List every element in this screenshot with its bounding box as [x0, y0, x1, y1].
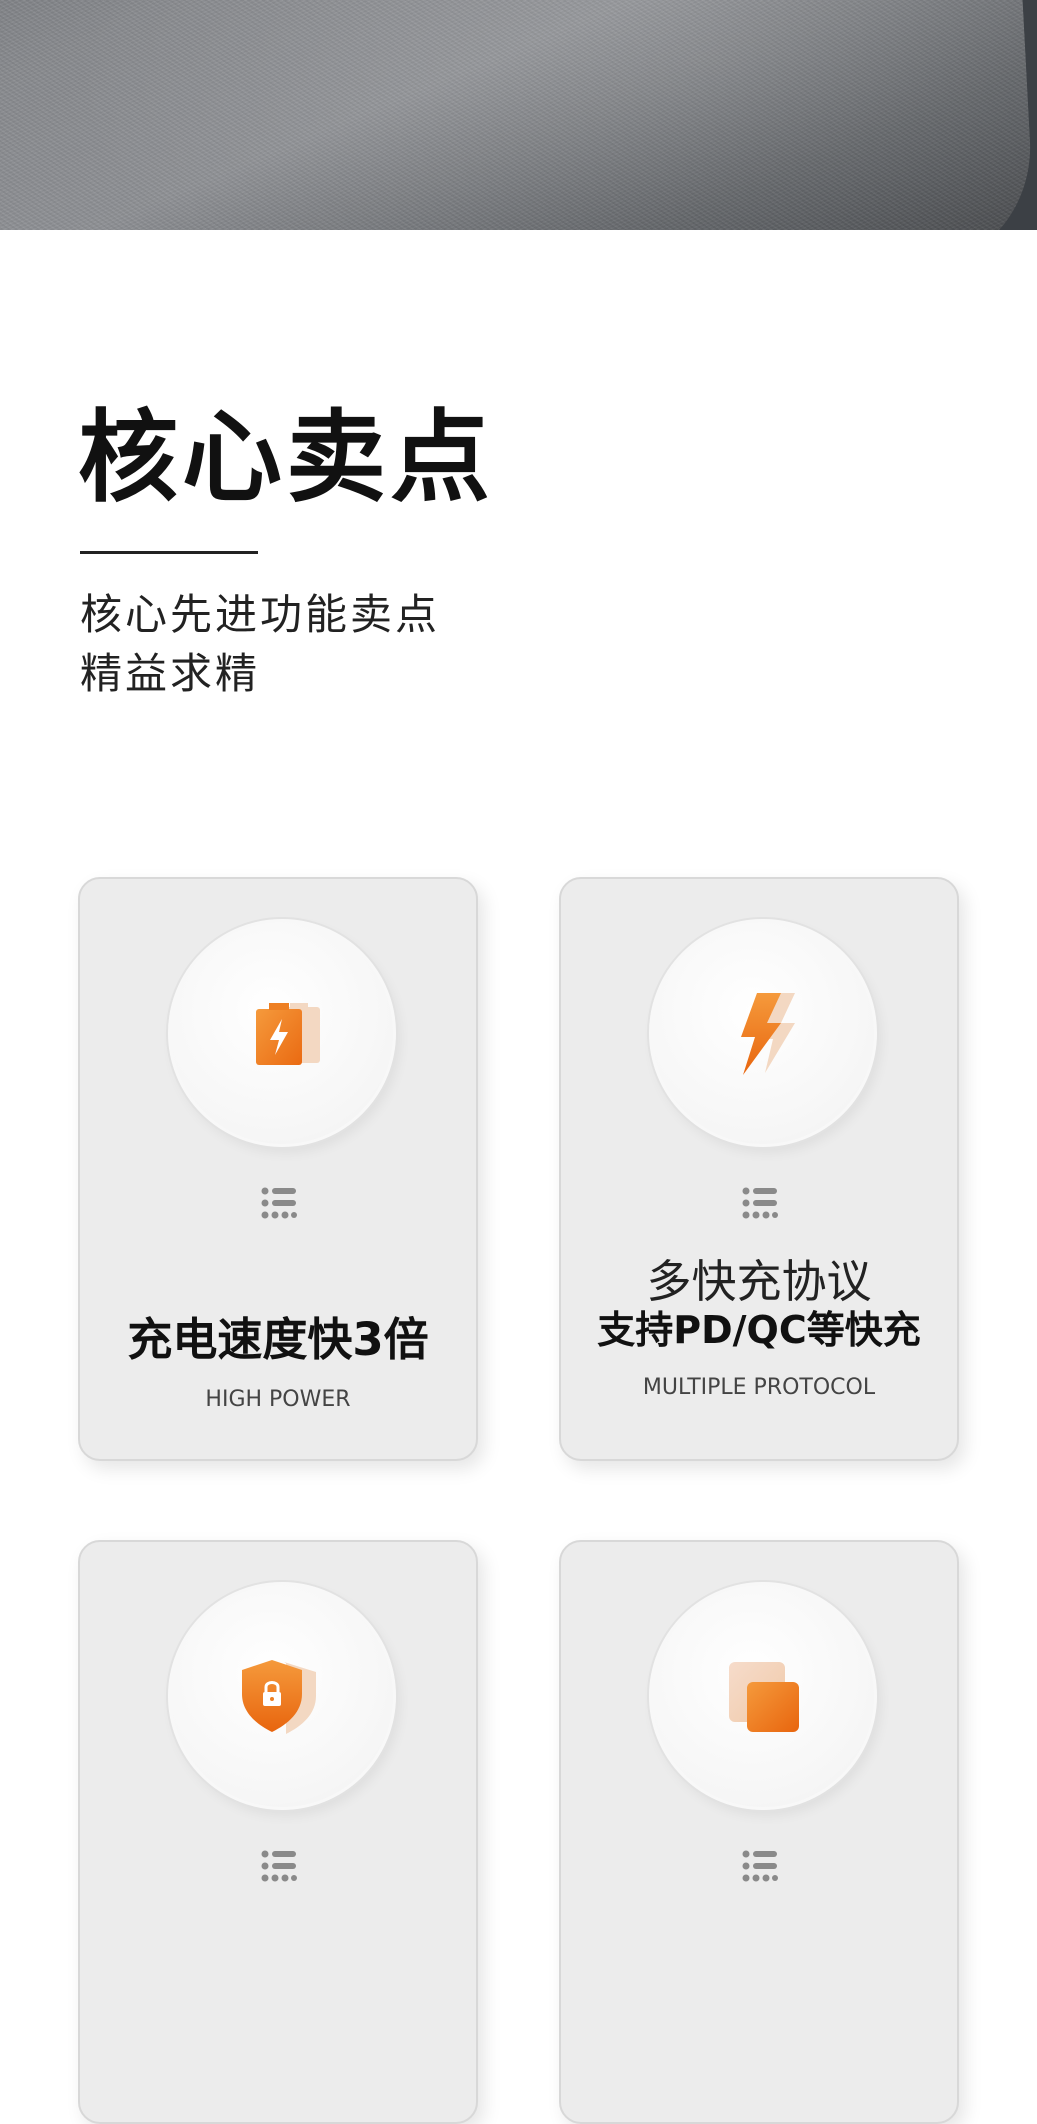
- list-dots-icon: [742, 1850, 778, 1882]
- feature-subtitle: HIGH POWER: [205, 1387, 351, 1412]
- lightning-bolt-icon: [741, 993, 795, 1075]
- feature-card-multiple-protocol: 多快充协议 支持PD/QC等快充 MULTIPLE PROTOCOL: [559, 877, 959, 1461]
- feature-icon-circle: [168, 919, 396, 1147]
- shield-lock-icon: [242, 1660, 316, 1734]
- battery-bolt-icon: [256, 1003, 320, 1065]
- feature-title-line2: 支持PD/QC等快充: [597, 1308, 921, 1352]
- title-divider: [80, 551, 258, 554]
- feature-title: 充电速度快3倍: [127, 1313, 429, 1366]
- section-subtitle-line1: 核心先进功能卖点: [80, 590, 441, 639]
- feature-subtitle: MULTIPLE PROTOCOL: [642, 1375, 876, 1400]
- feature-icon-circle: [649, 1582, 877, 1810]
- feature-card-compact: [559, 1540, 959, 2124]
- list-dots-icon: [261, 1187, 297, 1219]
- feature-icon-circle: [168, 1582, 396, 1810]
- section-title: 核心卖点: [78, 399, 494, 516]
- feature-card-high-power: 充电速度快3倍 HIGH POWER: [78, 877, 478, 1461]
- feature-icon-circle: [649, 919, 877, 1147]
- section-subtitle-line2: 精益求精: [80, 649, 261, 698]
- list-dots-icon: [742, 1187, 778, 1219]
- layered-squares-icon: [729, 1662, 799, 1732]
- feature-card-safety: [78, 1540, 478, 2124]
- feature-title-line1: 多快充协议: [646, 1255, 872, 1308]
- hero-image: [0, 0, 1037, 290]
- hero-bottom-edge: [0, 230, 1037, 290]
- list-dots-icon: [261, 1850, 297, 1882]
